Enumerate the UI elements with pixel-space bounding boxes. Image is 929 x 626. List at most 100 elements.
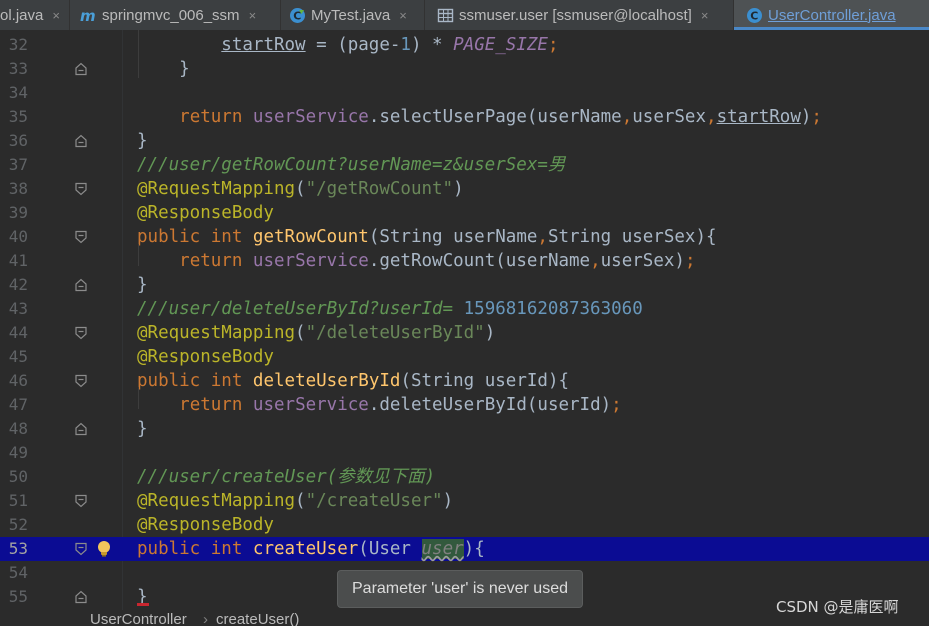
line-number: 36 (8, 131, 28, 150)
code-line[interactable]: 46 public int deleteUserById(String userI… (0, 369, 929, 393)
fold-start-icon[interactable] (74, 374, 88, 388)
fold-end-icon[interactable] (74, 278, 88, 292)
code-line[interactable]: 47 return userService.deleteUserById(use… (0, 393, 929, 417)
line-number: 46 (8, 371, 28, 390)
code-line[interactable]: 43 ///user/deleteUserById?userId= 1596816… (0, 297, 929, 321)
code-token: startRow (716, 107, 801, 127)
close-icon[interactable]: × (52, 8, 60, 23)
code-token: return (179, 107, 243, 127)
watermark: CSDN @是庸医啊 (776, 598, 899, 616)
tab-springmvc-006-ssm[interactable]: m springmvc_006_ssm × (70, 0, 281, 30)
tab-label: ssmuser.user [ssmuser@localhost] (459, 6, 692, 24)
code-editor[interactable]: 32 startRow = (page-1) * PAGE_SIZE; 33 } 3… (0, 30, 929, 610)
code-text[interactable]: return userService.deleteUserById(userId… (137, 393, 622, 417)
code-text[interactable]: @RequestMapping("/getRowCount") (137, 177, 464, 201)
code-line[interactable]: 37 ///user/getRowCount?userName=z&userSex… (0, 153, 929, 177)
code-text[interactable]: } (137, 57, 190, 81)
line-number: 45 (8, 347, 28, 366)
code-text[interactable]: @RequestMapping("/createUser") (137, 489, 453, 513)
code-line[interactable]: 44 @RequestMapping("/deleteUserById") (0, 321, 929, 345)
code-token: .getRowCount(userName (368, 251, 591, 271)
code-line[interactable]: 45 @ResponseBody (0, 345, 929, 369)
tab-label: ol.java (0, 6, 44, 24)
svg-text:C: C (750, 9, 758, 22)
close-icon[interactable]: × (701, 8, 709, 23)
fold-end-icon[interactable] (74, 62, 88, 76)
code-text[interactable]: startRow = (page-1) * PAGE_SIZE; (137, 33, 559, 57)
code-line[interactable]: 32 startRow = (page-1) * PAGE_SIZE; (0, 33, 929, 57)
code-token: ){ (463, 539, 485, 559)
code-token: , (706, 107, 717, 127)
intention-bulb-icon[interactable] (95, 540, 113, 558)
breadcrumb-item-method[interactable]: createUser() (216, 610, 299, 626)
code-text[interactable]: } (137, 129, 148, 153)
code-token: user (421, 539, 464, 559)
code-text[interactable]: return userService.selectUserPage(userNa… (137, 105, 822, 129)
code-line[interactable]: 41 return userService.getRowCount(userNa… (0, 249, 929, 273)
code-text[interactable]: @ResponseBody (137, 201, 274, 225)
code-line[interactable]: 48} (0, 417, 929, 441)
code-text[interactable]: ///user/createUser(参数见下面) (137, 465, 435, 489)
code-line[interactable]: 36} (0, 129, 929, 153)
fold-start-icon[interactable] (74, 494, 88, 508)
breadcrumb-item-class[interactable]: UserController (90, 610, 187, 626)
tab-ssmuser-user-table[interactable]: ssmuser.user [ssmuser@localhost] × (425, 0, 734, 30)
code-token: ; (611, 395, 622, 415)
code-text[interactable]: } (137, 417, 148, 441)
code-line[interactable]: 34 (0, 81, 929, 105)
code-line[interactable]: 33 } (0, 57, 929, 81)
code-token: ; (547, 35, 559, 55)
code-line[interactable]: 49 (0, 441, 929, 465)
code-text[interactable]: } (137, 273, 148, 297)
code-line[interactable]: 40 public int getRowCount(String userName… (0, 225, 929, 249)
code-line[interactable]: 52 @ResponseBody (0, 513, 929, 537)
code-line[interactable]: 51 @RequestMapping("/createUser") (0, 489, 929, 513)
code-text[interactable]: return userService.getRowCount(userName,… (137, 249, 695, 273)
code-text[interactable]: public int getRowCount(String userName,S… (137, 225, 717, 249)
code-token: public (137, 539, 201, 559)
code-token: createUser (252, 539, 359, 559)
code-line[interactable]: 50 ///user/createUser(参数见下面) (0, 465, 929, 489)
code-token: ///user/getRowCount?userName=z&userSex=男 (137, 155, 566, 175)
code-token: .selectUserPage(userName (368, 107, 622, 127)
code-line[interactable]: 39 @ResponseBody (0, 201, 929, 225)
code-token: , (590, 251, 601, 271)
line-number: 52 (8, 515, 28, 534)
fold-start-icon[interactable] (74, 542, 88, 556)
fold-start-icon[interactable] (74, 230, 88, 244)
close-icon[interactable]: × (399, 8, 407, 23)
line-number: 41 (8, 251, 28, 270)
code-text[interactable]: @RequestMapping("/deleteUserById") (137, 321, 495, 345)
fold-end-icon[interactable] (74, 134, 88, 148)
code-token: PAGE_SIZE (453, 35, 548, 55)
code-text[interactable]: public int deleteUserById(String userId)… (137, 369, 569, 393)
code-token: return (179, 395, 243, 415)
line-number: 37 (8, 155, 28, 174)
code-text[interactable]: ///user/deleteUserById?userId= 159681620… (137, 297, 643, 321)
code-line[interactable]: 42} (0, 273, 929, 297)
code-line[interactable]: 53 public int createUser(User user){ (0, 537, 929, 561)
java-class-icon: C (746, 7, 763, 24)
code-text[interactable]: public int createUser(User user){ (137, 537, 485, 561)
fold-end-icon[interactable] (74, 422, 88, 436)
code-text[interactable]: @ResponseBody (137, 345, 274, 369)
fold-start-icon[interactable] (74, 182, 88, 196)
tab-mytest-java[interactable]: C MyTest.java × (281, 0, 425, 30)
line-number: 47 (8, 395, 28, 414)
code-text[interactable]: @ResponseBody (137, 513, 274, 537)
fold-end-icon[interactable] (74, 590, 88, 604)
fold-start-icon[interactable] (74, 326, 88, 340)
close-icon[interactable]: × (249, 8, 257, 23)
tab-usercontroller-java[interactable]: C UserController.java (734, 0, 929, 30)
code-token: = (page- (305, 35, 401, 55)
code-text[interactable]: ///user/getRowCount?userName=z&userSex=男 (137, 153, 565, 177)
tab-ol-java[interactable]: ol.java × (0, 0, 70, 30)
code-token: ) (484, 323, 496, 343)
code-line[interactable]: 38 @RequestMapping("/getRowCount") (0, 177, 929, 201)
code-line[interactable]: 35 return userService.selectUserPage(use… (0, 105, 929, 129)
